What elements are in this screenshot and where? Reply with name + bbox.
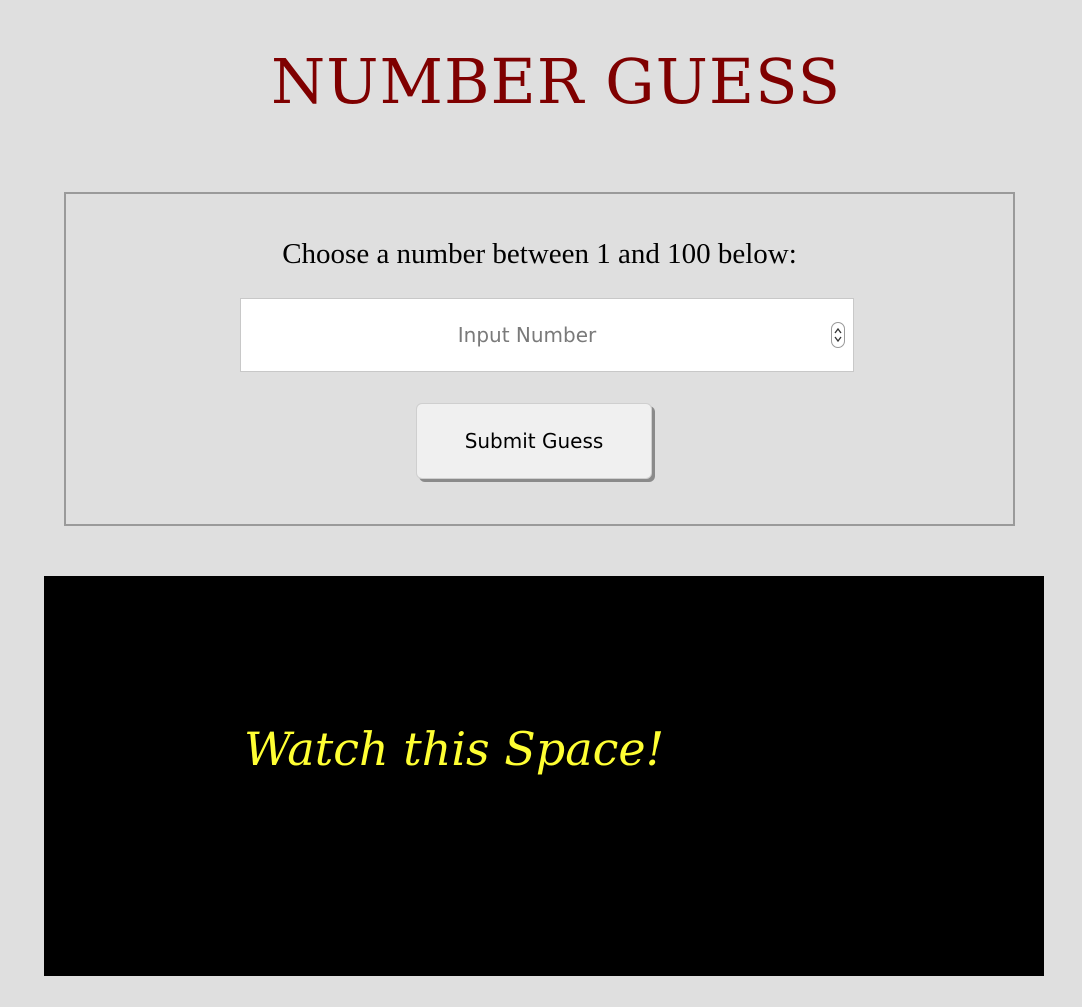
chevron-up-down-icon[interactable] [831,322,845,348]
message-text: Watch this Space! [244,722,665,776]
submit-guess-button[interactable]: Submit Guess [416,403,652,479]
number-input[interactable] [241,299,853,371]
guess-form-panel: Choose a number between 1 and 100 below:… [64,192,1015,526]
guess-prompt: Choose a number between 1 and 100 below: [282,238,797,270]
page-title: NUMBER GUESS [270,45,842,118]
message-panel: Watch this Space! [44,576,1044,976]
number-input-container [240,298,854,372]
